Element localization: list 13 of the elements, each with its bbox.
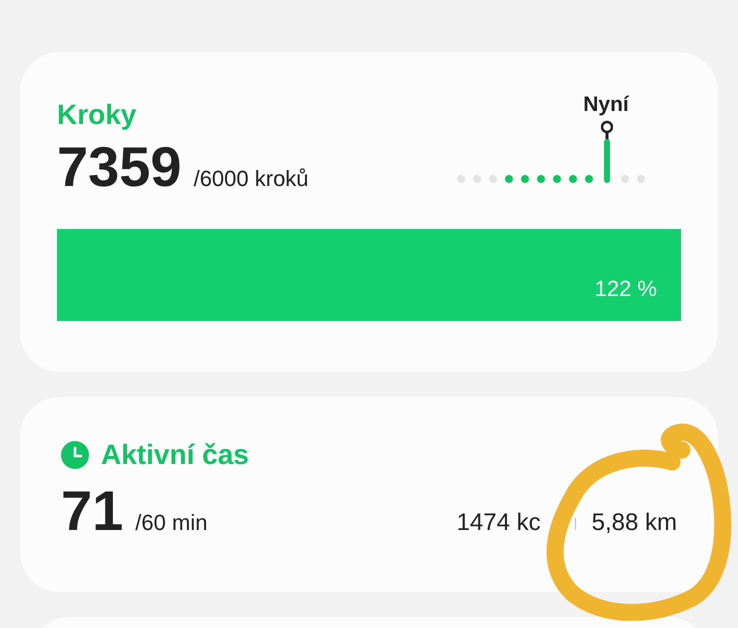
step-goal: /6000 kroků (194, 165, 309, 193)
distance-value: 5,88 km (592, 508, 677, 538)
steps-card[interactable]: Kroky 7359 /6000 kroků Nyní 122 % (20, 52, 718, 372)
clock-icon (61, 441, 89, 469)
card-title: Aktivní čas (101, 438, 249, 472)
now-label: Nyní (583, 92, 629, 118)
step-count: 7359 (57, 135, 182, 199)
calories-value: 1474 kc (456, 508, 541, 538)
active-time-card[interactable]: Aktivní čas 71 /60 min 1474 kc 5,88 km (20, 397, 718, 592)
active-minutes: 71 (61, 479, 124, 543)
progress-percent: 122 % (594, 275, 657, 303)
minutes-goal: /60 min (135, 509, 208, 537)
card-title: Kroky (57, 98, 138, 132)
